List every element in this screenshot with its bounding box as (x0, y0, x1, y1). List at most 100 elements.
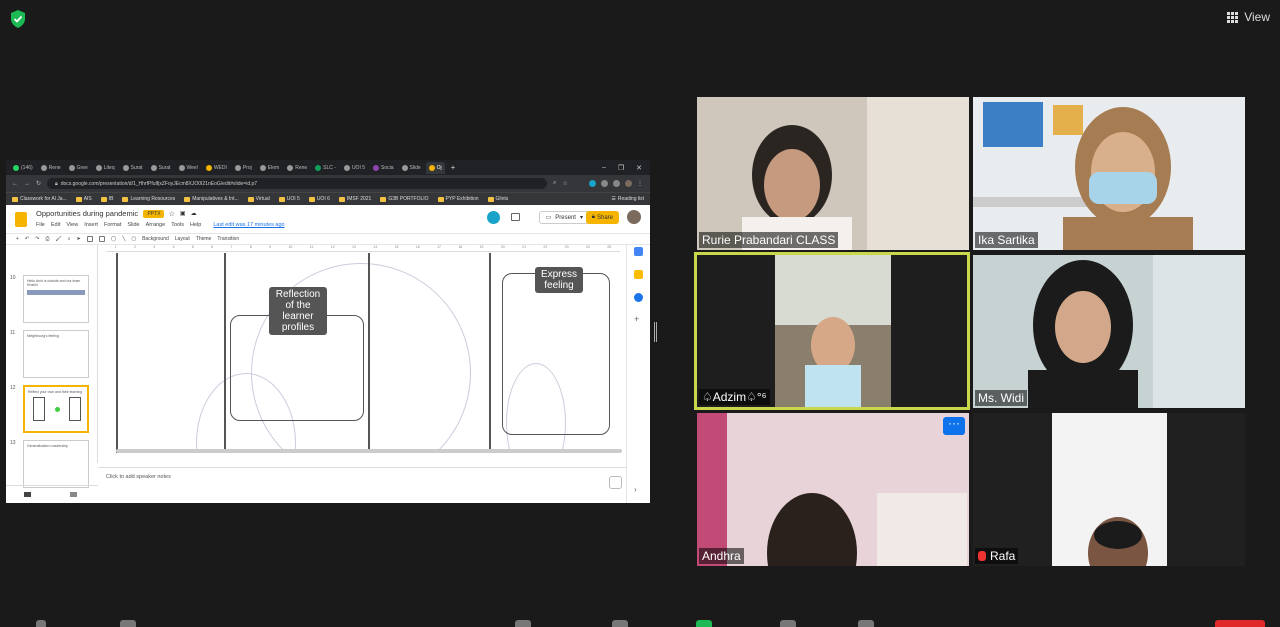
reading-list[interactable]: ☰ Reading list (611, 196, 650, 202)
line-icon[interactable]: ╲ (122, 236, 125, 242)
bookmark[interactable]: UOI 6 (308, 196, 330, 202)
comment-add-icon[interactable]: ▢ (131, 236, 136, 242)
menu-view[interactable]: View (66, 222, 78, 228)
zoom-search-icon[interactable]: ⌕ (553, 180, 556, 187)
bookmark[interactable]: AIS (75, 196, 92, 202)
browser-tab[interactable]: Rene (38, 162, 64, 174)
menu-slide[interactable]: Slide (127, 222, 139, 228)
url-field[interactable]: 🔒︎ docs.google.com/presentation/d/1_HhrfP… (47, 178, 548, 189)
filmstrip-item[interactable]: 11 Neighbourg's feeling (10, 330, 89, 378)
browser-tab[interactable]: Socia (370, 162, 397, 174)
bookmark[interactable]: Manipulatives & Int... (184, 196, 239, 202)
extension-icon[interactable] (589, 180, 596, 187)
browser-tab[interactable]: SLC - (312, 162, 339, 174)
profile-icon[interactable] (625, 180, 632, 187)
bookmark[interactable]: PYP Exhibition (437, 196, 479, 202)
menu-insert[interactable]: Insert (84, 222, 98, 228)
image-icon[interactable] (98, 236, 105, 242)
split-view-handle[interactable] (654, 322, 657, 342)
menu-dots-icon[interactable]: ⋮ (637, 180, 644, 187)
grid-view-icon[interactable] (24, 492, 31, 497)
meet-icon[interactable] (487, 211, 500, 224)
minimize-icon[interactable]: – (602, 164, 606, 172)
tasks-icon[interactable] (634, 293, 643, 302)
filmstrip-item[interactable]: 13 Generalization Leadership (10, 440, 89, 488)
background-button[interactable]: Background (142, 236, 169, 242)
comment-icon[interactable] (511, 213, 520, 221)
explore-icon[interactable] (609, 476, 622, 489)
browser-tab[interactable]: (146) (10, 162, 36, 174)
slide-thumbnail[interactable]: Neighbourg's feeling (23, 330, 89, 378)
filmstrip-item-selected[interactable]: 12 Reflect your own and their learning (10, 385, 89, 433)
new-tab-icon[interactable]: + (447, 163, 456, 172)
new-slide-icon[interactable]: + (16, 236, 19, 242)
menu-tools[interactable]: Tools (171, 222, 184, 228)
menu-edit[interactable]: Edit (51, 222, 60, 228)
bookmark[interactable]: IMSF 2021 (338, 196, 371, 202)
browser-tab[interactable]: Gree (66, 162, 91, 174)
avatar[interactable] (627, 210, 641, 224)
browser-tab[interactable]: Weel (176, 162, 201, 174)
calendar-icon[interactable] (634, 247, 643, 256)
bookmark[interactable]: IB (100, 196, 113, 202)
document-title[interactable]: Opportunities during pandemic (36, 209, 138, 218)
chevron-down-icon[interactable]: ▾ (580, 214, 583, 221)
menu-format[interactable]: Format (104, 222, 121, 228)
browser-tab[interactable]: Liteq (93, 162, 118, 174)
present-button[interactable]: ▭ Present ▾ (538, 211, 590, 224)
menu-arrange[interactable]: Arrange (146, 222, 166, 228)
speaker-notes[interactable]: Click to add speaker notes (98, 467, 626, 503)
record-icon[interactable] (780, 620, 796, 627)
select-icon[interactable]: ➤ (77, 236, 81, 242)
view-button[interactable]: View (1227, 10, 1270, 24)
slide-canvas[interactable]: Reflection of the learner profiles Expre… (106, 253, 620, 453)
more-options-button[interactable]: ··· (943, 417, 965, 435)
bookmark-star-icon[interactable]: ☆ (562, 180, 567, 187)
maximize-icon[interactable]: ❐ (618, 164, 624, 172)
shield-check-icon[interactable] (9, 9, 27, 29)
filmstrip-view-icon[interactable] (70, 492, 77, 497)
bookmark[interactable]: Virtual (247, 196, 270, 202)
add-icon[interactable]: + (634, 315, 643, 324)
close-icon[interactable]: ✕ (636, 164, 642, 172)
google-slides-icon[interactable] (15, 211, 27, 227)
browser-tab[interactable]: Surat (148, 162, 174, 174)
video-tile[interactable]: Rurie Prabandari CLASS (697, 97, 969, 250)
bookmark[interactable]: UOI 5 (278, 196, 300, 202)
reactions-icon[interactable] (858, 620, 874, 627)
last-edit-link[interactable]: Last edit was 17 minutes ago (213, 222, 284, 228)
video-tile[interactable]: Rafa (973, 413, 1245, 566)
browser-tab[interactable]: Rene (284, 162, 310, 174)
leave-button[interactable] (1215, 620, 1265, 627)
print-icon[interactable]: ⎙ (45, 236, 49, 242)
back-icon[interactable]: ← (12, 181, 18, 187)
slide-thumbnail[interactable]: Generalization Leadership (23, 440, 89, 488)
share-button[interactable]: 🔒︎ Share (585, 211, 619, 224)
video-camera-icon[interactable] (120, 620, 136, 627)
zoom-icon[interactable]: ⌕ (68, 236, 71, 242)
redo-icon[interactable]: ↷ (35, 236, 39, 242)
move-icon[interactable]: ▣ (180, 210, 186, 217)
browser-tab[interactable]: Proj (232, 162, 255, 174)
keep-icon[interactable] (634, 270, 643, 279)
browser-tab[interactable]: Surat (120, 162, 146, 174)
browser-tab[interactable]: UOI 5 (341, 162, 368, 174)
reload-icon[interactable]: ↻ (36, 180, 41, 187)
bookmark[interactable]: G3B PORTFOLIO (380, 196, 429, 202)
slide-thumbnail-selected[interactable]: Reflect your own and their learning (23, 385, 89, 433)
extension-icon[interactable] (613, 180, 620, 187)
bookmark[interactable]: Learning Resources (122, 196, 175, 202)
bookmark[interactable]: Classwork for Al Ja... (12, 196, 67, 202)
text-box-icon[interactable] (86, 236, 93, 242)
video-tile[interactable]: Ika Sartika (973, 97, 1245, 250)
video-tile-active-speaker[interactable]: ♤Adzim♤°⁶ (694, 252, 970, 410)
puzzle-icon[interactable] (601, 180, 608, 187)
participants-icon[interactable] (515, 620, 531, 627)
shape-icon[interactable]: ◯ (111, 236, 117, 242)
browser-tab-active[interactable]: Oj (425, 161, 445, 174)
theme-button[interactable]: Theme (196, 236, 212, 242)
browser-tab[interactable]: Elem (257, 162, 282, 174)
chat-icon[interactable] (612, 620, 628, 627)
video-tile[interactable]: ··· Andhra (697, 413, 969, 566)
browser-tab[interactable]: Slide (399, 162, 424, 174)
